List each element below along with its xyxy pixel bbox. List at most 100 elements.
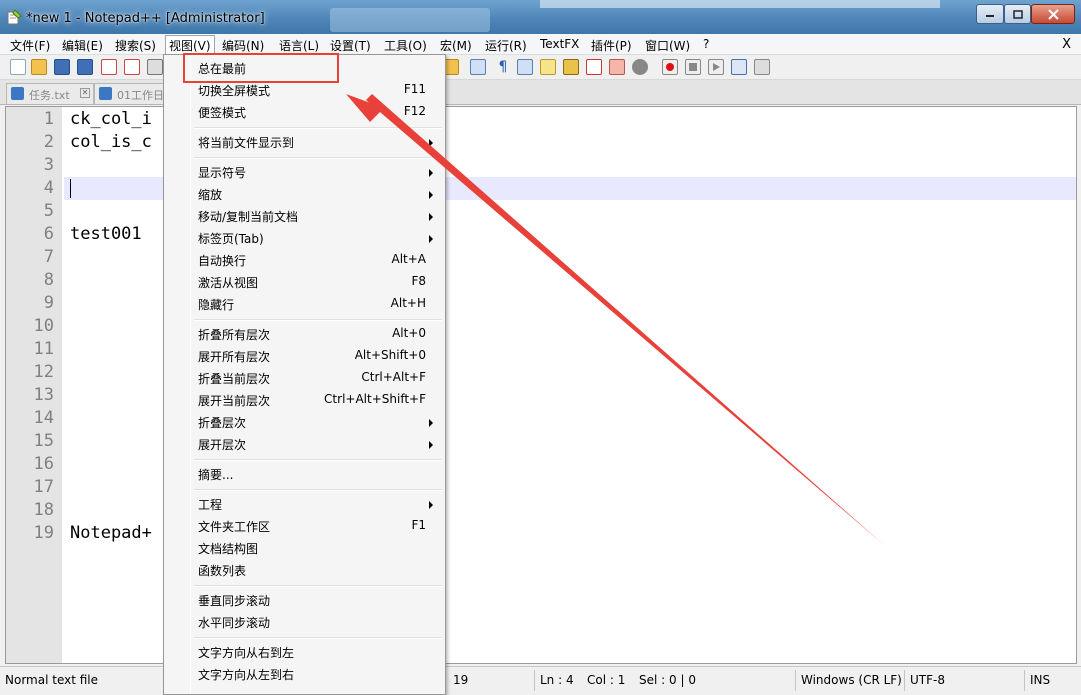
menu-item-summary[interactable]: 摘要... [166,463,443,485]
menu-separator [194,585,442,587]
line-number: 14 [33,408,54,428]
close-window-button[interactable] [1031,4,1075,24]
save-icon[interactable] [54,59,70,75]
menu-item-tab[interactable]: 标签页(Tab) [166,227,443,249]
close-icon [1047,8,1059,20]
line-number: 8 [43,270,54,290]
menu-separator [194,489,442,491]
file-saved-icon [99,87,112,100]
tab-label: 任务.txt [29,89,70,102]
line-number: 19 [33,523,54,543]
menu-item-fold-current[interactable]: 折叠当前层次 Ctrl+Alt+F [166,367,443,389]
open-folder-icon[interactable] [31,59,47,75]
play-icon [713,63,720,71]
menu-help[interactable]: ? [703,37,709,51]
line-number: 17 [33,477,54,497]
menu-language[interactable]: 语言(L) [279,37,319,54]
tab-close-icon[interactable]: ✕ [80,88,90,98]
menu-item-hide-lines[interactable]: 隐藏行 Alt+H [166,293,443,315]
menu-item-show-symbol[interactable]: 显示符号 [166,161,443,183]
menu-item-focus-other-view[interactable]: 激活从视图 F8 [166,271,443,293]
title-bar: *new 1 - Notepad++ [Administrator] [0,0,1081,34]
status-selection: Sel : 0 | 0 [639,673,696,687]
menu-macro[interactable]: 宏(M) [440,37,472,54]
menu-search[interactable]: 搜索(S) [115,37,156,54]
menu-item-fold-all[interactable]: 折叠所有层次 Alt+0 [166,323,443,345]
menu-item-unfold-level[interactable]: 展开层次 [166,433,443,455]
record-icon [666,63,674,71]
print-icon[interactable] [147,59,163,75]
submenu-arrow-icon [429,169,433,177]
save-all-icon[interactable] [77,59,93,75]
line-number: 18 [33,500,54,520]
menu-separator [194,637,442,639]
menu-separator [194,157,442,159]
menu-textfx[interactable]: TextFX [540,37,579,51]
run-macro-multiple-icon[interactable] [731,59,747,75]
tab-task-txt[interactable]: 任务.txt ✕ [6,83,94,104]
menu-item-document-map[interactable]: 文档结构图 [166,537,443,559]
menu-item-unfold-all[interactable]: 展开所有层次 Alt+Shift+0 [166,345,443,367]
stop-icon [689,63,697,71]
menu-window[interactable]: 窗口(W) [645,37,690,54]
menu-tools[interactable]: 工具(O) [384,37,427,54]
code-line-1: ck_col_i [70,109,152,129]
menu-plugins[interactable]: 插件(P) [591,37,632,54]
close-document-button[interactable]: X [1062,37,1071,52]
menu-item-zoom[interactable]: 缩放 [166,183,443,205]
menu-item-function-list[interactable]: 函数列表 [166,559,443,581]
close-all-icon[interactable] [124,59,140,75]
new-file-icon[interactable] [10,59,26,75]
menu-edit[interactable]: 编辑(E) [62,37,103,54]
line-number: 5 [43,201,54,221]
line-number: 11 [33,339,54,359]
menu-settings[interactable]: 设置(T) [330,37,371,54]
line-number: 3 [43,155,54,175]
menu-item-sync-horizontal-scroll[interactable]: 水平同步滚动 [166,611,443,633]
submenu-arrow-icon [429,501,433,509]
menu-item-view-current-file-in[interactable]: 将当前文件显示到 [166,131,443,153]
stop-macro-button[interactable] [685,59,701,75]
folder-workspace-icon[interactable] [609,59,625,75]
function-list-icon[interactable] [586,59,602,75]
menu-file[interactable]: 文件(F) [10,37,50,54]
document-map-icon[interactable] [563,59,579,75]
show-all-chars-icon[interactable]: ¶ [495,59,511,75]
status-eol: Windows (CR LF) [795,670,907,691]
menu-item-word-wrap[interactable]: 自动换行 Alt+A [166,249,443,271]
minimize-button[interactable] [976,4,1004,24]
menu-item-unfold-current[interactable]: 展开当前层次 Ctrl+Alt+Shift+F [166,389,443,411]
menu-separator [194,459,442,461]
monitor-icon[interactable] [632,59,648,75]
menu-item-text-ltr[interactable]: 文字方向从左到右 [166,663,443,685]
menu-encoding[interactable]: 编码(N) [222,37,264,54]
line-number: 2 [43,132,54,152]
tab-workday[interactable]: 01工作日 [94,83,164,104]
code-line-19: Notepad+ [70,523,152,543]
line-number: 6 [43,224,54,244]
annotation-highlight-box [183,53,339,83]
indent-guide-icon[interactable] [517,59,533,75]
menu-item-move-clone-document[interactable]: 移动/复制当前文档 [166,205,443,227]
submenu-arrow-icon [429,191,433,199]
status-line-count: 19 [453,673,469,687]
menu-item-sync-vertical-scroll[interactable]: 垂直同步滚动 [166,589,443,611]
maximize-button[interactable] [1004,4,1031,24]
record-macro-button[interactable] [662,59,678,75]
save-macro-icon[interactable] [754,59,770,75]
file-saved-icon [11,87,24,100]
menu-item-text-rtl[interactable]: 文字方向从右到左 [166,641,443,663]
submenu-arrow-icon [429,213,433,221]
menu-item-postit-mode[interactable]: 便签模式 F12 [166,101,443,123]
play-macro-button[interactable] [708,59,724,75]
menu-item-folder-as-workspace[interactable]: 文件夹工作区 F1 [166,515,443,537]
menu-item-project[interactable]: 工程 [166,493,443,515]
wrap-icon[interactable] [470,59,486,75]
menu-run[interactable]: 运行(R) [485,37,527,54]
menu-item-fold-level[interactable]: 折叠层次 [166,411,443,433]
udl-icon[interactable] [540,59,556,75]
line-number: 13 [33,385,54,405]
close-file-icon[interactable] [101,59,117,75]
submenu-arrow-icon [429,419,433,427]
menu-bar: 文件(F) 编辑(E) 搜索(S) 视图(V) 编码(N) 语言(L) 设置(T… [0,34,1081,56]
